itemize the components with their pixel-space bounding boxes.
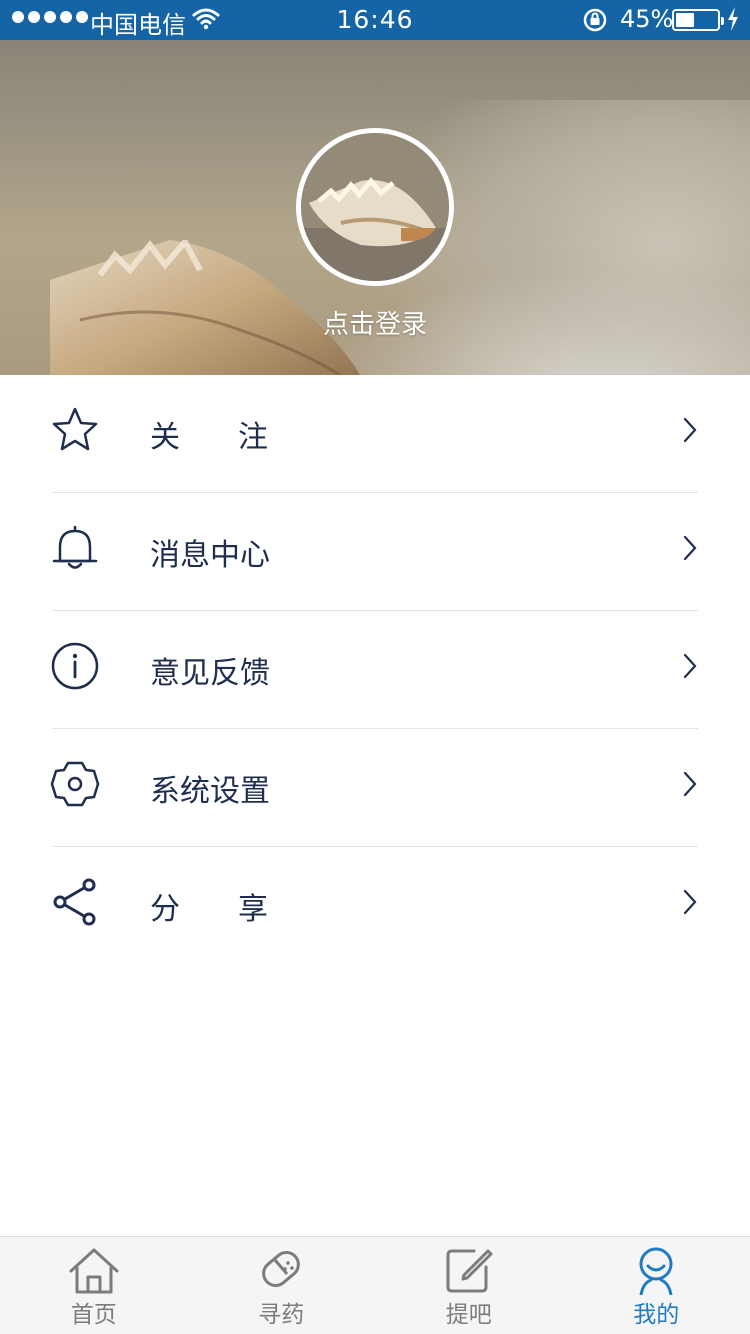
- rotation-lock-icon: [583, 8, 607, 32]
- profile-header: 点击登录: [0, 40, 750, 375]
- menu-item-label: 关注: [150, 420, 326, 455]
- bell-icon: [52, 525, 98, 569]
- menu-item-share[interactable]: 分享: [0, 847, 750, 965]
- tab-find-medicine[interactable]: 寻药: [188, 1237, 376, 1334]
- tab-post[interactable]: 提吧: [375, 1237, 563, 1334]
- tab-home[interactable]: 首页: [0, 1237, 188, 1334]
- tab-mine[interactable]: 我的: [563, 1237, 750, 1334]
- bottom-tab-bar: 首页 寻药 提吧 我的: [0, 1236, 750, 1334]
- profile-screen: 中国电信 16:46 45% 点击登录 关注 消息中心 意见反馈 系统设置 分享…: [0, 0, 750, 1334]
- menu-item-follow[interactable]: 关注: [0, 375, 750, 493]
- chevron-right-icon: [683, 535, 697, 561]
- gear-icon: [50, 761, 100, 807]
- tab-label: 寻药: [258, 1302, 305, 1328]
- menu-item-label: 消息中心: [150, 538, 270, 573]
- star-icon: [52, 407, 98, 451]
- battery-percent: 45%: [620, 5, 674, 33]
- share-icon: [53, 878, 96, 926]
- pill-icon: [262, 1251, 301, 1287]
- home-icon: [69, 1248, 119, 1294]
- chevron-right-icon: [683, 417, 697, 443]
- user-icon: [639, 1247, 673, 1295]
- avatar[interactable]: [296, 128, 454, 286]
- chevron-right-icon: [683, 771, 697, 797]
- battery-icon: [672, 9, 724, 31]
- menu-item-settings[interactable]: 系统设置: [0, 729, 750, 847]
- info-icon: [51, 642, 99, 690]
- avatar-shell-image: [301, 133, 449, 281]
- menu-item-label: 意见反馈: [150, 656, 270, 691]
- menu-item-feedback[interactable]: 意见反馈: [0, 611, 750, 729]
- settings-menu: 关注 消息中心 意见反馈 系统设置 分享: [0, 375, 750, 965]
- tab-label: 提吧: [445, 1302, 492, 1328]
- tab-label: 首页: [70, 1302, 117, 1328]
- edit-icon: [446, 1249, 493, 1293]
- login-button[interactable]: 点击登录: [0, 304, 750, 341]
- charging-bolt-icon: [728, 7, 738, 31]
- tab-label: 我的: [633, 1302, 680, 1328]
- status-bar: 中国电信 16:46 45%: [0, 0, 750, 40]
- menu-item-messages[interactable]: 消息中心: [0, 493, 750, 611]
- menu-item-label: 分享: [150, 892, 326, 927]
- chevron-right-icon: [683, 889, 697, 915]
- chevron-right-icon: [683, 653, 697, 679]
- menu-item-label: 系统设置: [150, 774, 270, 809]
